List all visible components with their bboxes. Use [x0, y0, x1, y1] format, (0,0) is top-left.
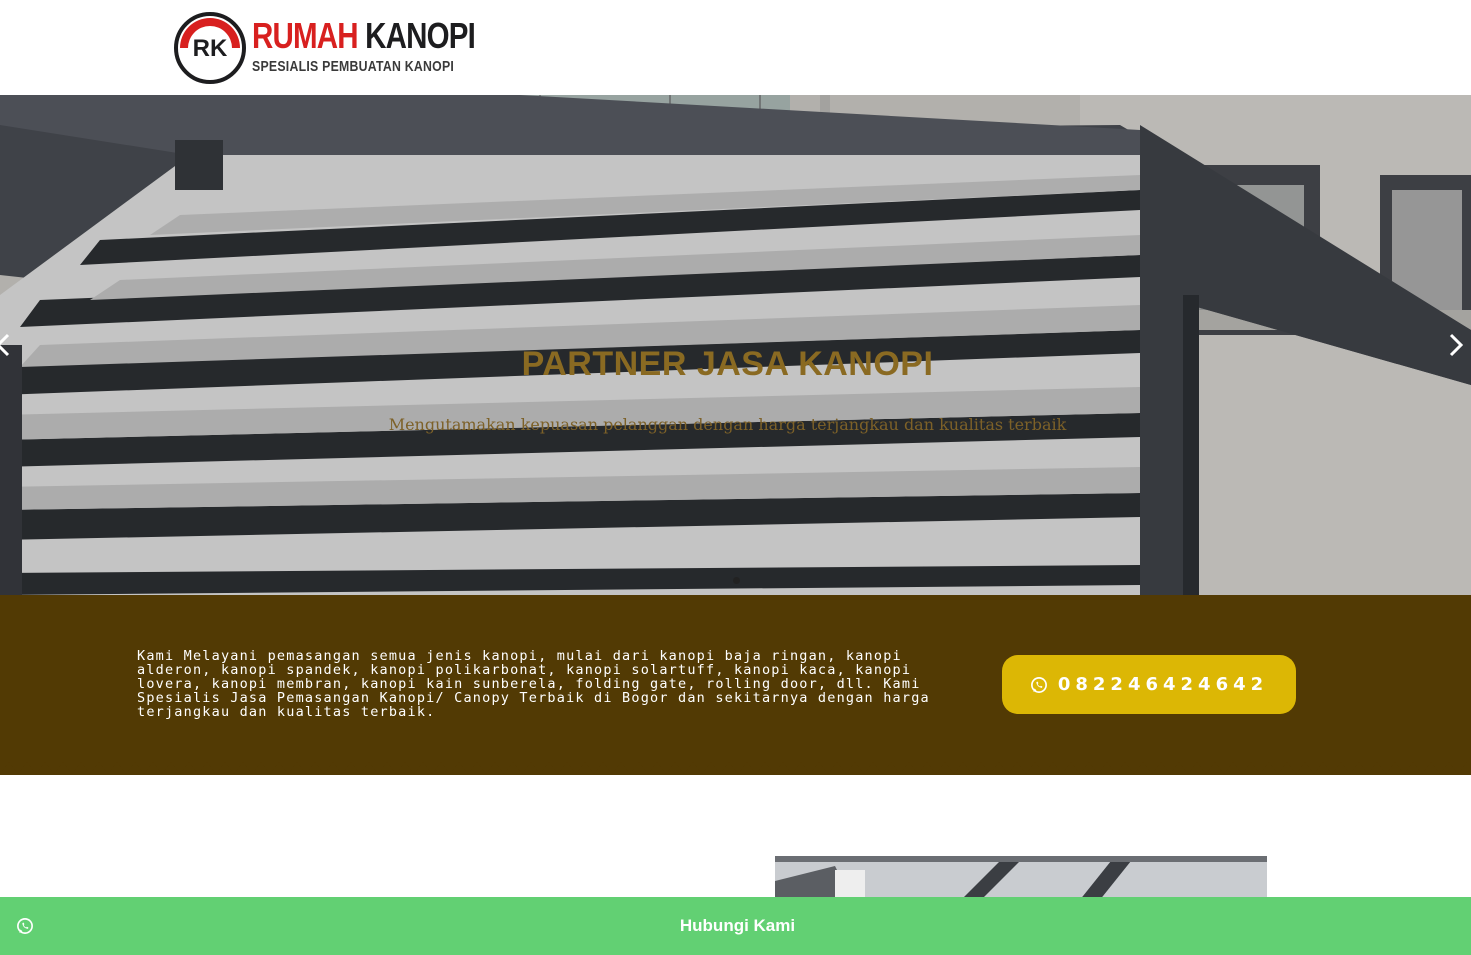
contact-bar-label: Hubungi Kami	[679, 916, 796, 935]
phone-number-label: 082246424642	[1057, 674, 1269, 695]
slider-prev-button[interactable]	[0, 327, 18, 363]
hero-subtitle: Mengutamakan kepuasan pelanggan dengan h…	[388, 415, 1067, 434]
contact-bar[interactable]: Hubungi Kami	[0, 897, 1471, 955]
logo-mark-icon: RK	[174, 12, 246, 84]
logo-subtitle: SPESIALIS PEMBUATAN KANOPI	[252, 58, 455, 75]
whatsapp-icon	[1030, 676, 1047, 693]
services-description: Kami Melayani pemasangan semua jenis kan…	[137, 648, 930, 720]
services-band: Kami Melayani pemasangan semua jenis kan…	[0, 595, 1471, 775]
slider-dot[interactable]	[733, 577, 740, 584]
chevron-left-icon	[0, 333, 10, 357]
hero-slider: PARTNER JASA KANOPI Mengutamakan kepuasa…	[0, 95, 1471, 595]
site-logo[interactable]: RK RUMAH KANOPI SPESIALIS PEMBUATAN KANO…	[172, 10, 476, 86]
whatsapp-phone-button[interactable]: 082246424642	[1002, 655, 1296, 714]
band-zigzag-divider	[0, 760, 1471, 774]
svg-text:RK: RK	[193, 35, 228, 62]
site-header: RK RUMAH KANOPI SPESIALIS PEMBUATAN KANO…	[0, 0, 1471, 95]
chevron-right-icon	[1449, 333, 1464, 357]
hero-title: PARTNER JASA KANOPI	[521, 345, 934, 383]
slider-next-button[interactable]	[1441, 327, 1471, 363]
logo-title: RUMAH KANOPI	[252, 15, 476, 56]
